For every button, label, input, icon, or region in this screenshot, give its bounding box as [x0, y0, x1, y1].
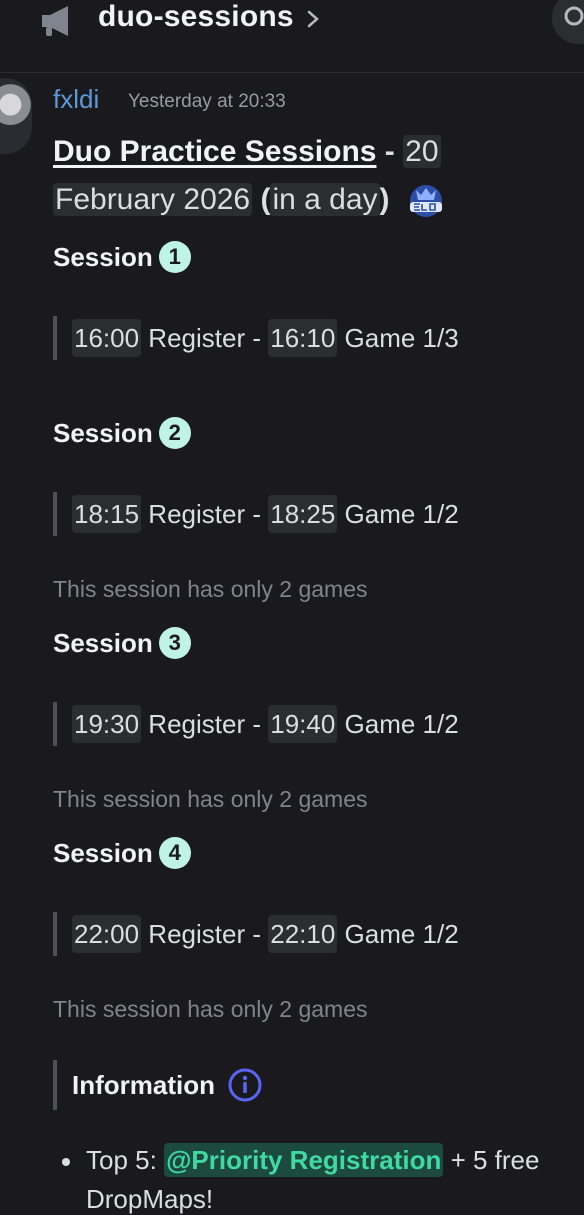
game-label: Game 1/3 [337, 323, 459, 353]
game-time[interactable]: 16:10 [268, 319, 338, 357]
session-heading-4: Session 4 [53, 837, 191, 871]
number-badge-2: 2 [158, 417, 191, 450]
paren-close: ) [379, 183, 390, 216]
title-dash: - [376, 135, 404, 168]
message-timestamp: Yesterday at 20:33 [128, 91, 286, 112]
session-heading-3: Session 3 [53, 627, 191, 661]
session-label: Session [53, 418, 153, 448]
session-note-2: This session has only 2 games [53, 576, 368, 602]
title-link[interactable]: Duo Practice Sessions [53, 135, 376, 168]
session-schedule-2: 18:15 Register - 18:25 Game 1/2 [53, 492, 573, 536]
avatar[interactable] [0, 78, 32, 154]
bullet-prefix: Top 5: [86, 1145, 165, 1175]
search-button[interactable] [552, 0, 584, 44]
announcement-megaphone-icon [42, 6, 68, 36]
game-time[interactable]: 22:10 [268, 915, 338, 953]
register-time[interactable]: 19:30 [72, 705, 142, 743]
role-mention[interactable]: @Priority Registration [164, 1143, 444, 1177]
game-label: Game 1/2 [337, 499, 459, 529]
game-time[interactable]: 19:40 [268, 705, 338, 743]
register-label: Register - [141, 499, 269, 529]
date-timestamp-part2[interactable]: February 2026 [53, 183, 253, 216]
register-time[interactable]: 16:00 [72, 319, 142, 357]
channel-name[interactable]: duo-sessions [98, 0, 294, 34]
number-badge-1: 1 [158, 241, 191, 274]
session-note-3: This session has only 2 games [53, 786, 368, 812]
session-label: Session [53, 628, 153, 658]
session-note-4: This session has only 2 games [53, 996, 368, 1022]
information-bullet-1: Top 5: @Priority Registration + 5 free [86, 1143, 540, 1177]
session-label: Session [53, 242, 153, 272]
session-schedule-1: 16:00 Register - 16:10 Game 1/3 [53, 316, 573, 360]
search-icon [564, 6, 584, 26]
channel-header: duo-sessions [0, 0, 584, 73]
number-badge-4: 4 [158, 837, 191, 870]
chevron-right-icon[interactable] [304, 10, 322, 28]
session-schedule-4: 22:00 Register - 22:10 Game 1/2 [53, 912, 573, 956]
register-label: Register - [141, 919, 269, 949]
session-label: Session [53, 838, 153, 868]
register-label: Register - [141, 709, 269, 739]
relative-timestamp[interactable]: in a day [270, 183, 380, 216]
game-label: Game 1/2 [337, 919, 459, 949]
info-circle-icon [228, 1068, 262, 1102]
author-name[interactable]: fxldi [53, 84, 99, 115]
number-badge-3: 3 [158, 627, 191, 660]
game-time[interactable]: 18:25 [268, 495, 338, 533]
bullet-dot [62, 1158, 70, 1166]
session-heading-1: Session 1 [53, 241, 191, 275]
session-heading-2: Session 2 [53, 417, 191, 451]
register-label: Register - [141, 323, 269, 353]
game-label: Game 1/2 [337, 709, 459, 739]
elo-cup-emoji-icon[interactable] [404, 184, 448, 218]
session-schedule-3: 19:30 Register - 19:40 Game 1/2 [53, 702, 573, 746]
information-label: Information [72, 1070, 215, 1100]
register-time[interactable]: 18:15 [72, 495, 142, 533]
date-timestamp-part1[interactable]: 20 [403, 135, 441, 168]
paren-open: ( [252, 183, 271, 216]
bullet-suffix: + 5 free [443, 1145, 540, 1175]
information-heading: Information [53, 1060, 573, 1110]
register-time[interactable]: 22:00 [72, 915, 142, 953]
